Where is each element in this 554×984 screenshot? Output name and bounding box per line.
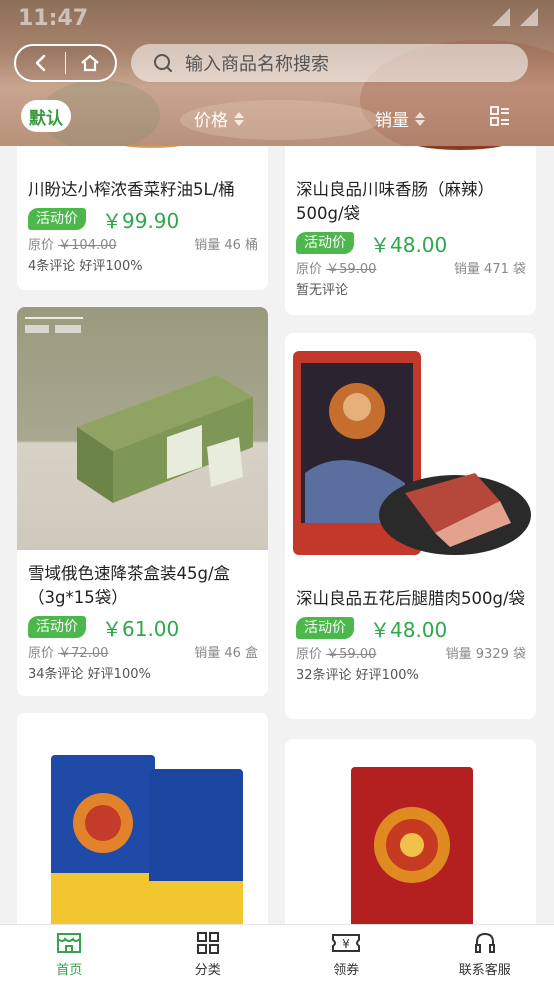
product-title: 雪域俄色速降茶盒装45g/盒（3g*15袋） [28,564,231,607]
sort-arrows-icon [234,111,244,126]
product-image [285,739,536,924]
product-title: 深山良品五花后腿腊肉500g/袋 [296,589,526,608]
headset-icon [474,932,495,953]
product-card[interactable] [17,713,268,924]
coupon-icon: ¥ [332,934,361,952]
home-icon [81,54,100,72]
product-image [17,713,268,924]
review-summary: 暂无评论 [296,283,349,298]
original-price: 原价 ￥59.00 [296,647,377,662]
sales-count: 销量 46 盒 [194,646,258,661]
search-placeholder: 输入商品名称搜索 [185,54,329,75]
product-price: ￥48.00 [370,232,448,257]
grid-icon [196,932,219,954]
review-summary: 32条评论 好评100% [296,668,419,683]
product-card[interactable]: 雪域俄色速降茶盒装45g/盒（3g*15袋） 活动价 ￥61.00 原价 ￥72… [17,307,268,696]
wifi-icon [492,8,510,26]
review-summary: 34条评论 好评100% [28,667,151,682]
product-title: 川盼达小榨浓香菜籽油5L/桶 [28,180,235,199]
back-button[interactable] [16,46,65,80]
sort-sales-button[interactable]: 销量 [375,106,425,131]
tea-box-illustration [77,375,253,503]
blue-package-illustration [51,755,243,924]
back-arrow-icon [35,54,45,72]
home-button[interactable] [66,46,115,80]
sort-arrows-icon [415,111,425,126]
sort-default-button[interactable]: 默认 [21,100,71,132]
sales-count: 销量 9329 袋 [445,647,526,662]
original-price: 原价 ￥104.00 [28,238,117,253]
red-package-illustration [351,767,473,924]
sort-bar: 默认 价格 销量 [0,96,554,138]
product-image [285,333,536,570]
search-icon [154,54,172,72]
status-bar: 11:47 [0,0,554,38]
search-input[interactable]: 输入商品名称搜索 [131,44,528,82]
promo-tag: 活动价 [296,232,354,254]
product-price: ￥99.90 [102,208,180,233]
promo-tag: 活动价 [28,616,86,638]
tab-coupon[interactable]: ¥ 领券 [277,925,416,984]
shop-icon [57,933,82,953]
product-card[interactable]: 深山良品五花后腿腊肉500g/袋 活动价 ￥48.00 原价 ￥59.00 销量… [285,333,536,719]
sales-count: 销量 46 桶 [194,238,258,253]
sort-price-button[interactable]: 价格 [194,106,244,131]
product-image [17,307,268,550]
product-price: ￥48.00 [370,617,448,642]
layout-toggle-button[interactable] [490,106,510,126]
signal-icon [520,8,538,26]
product-title: 深山良品川味香肠（麻辣）500g/袋 [296,180,494,223]
bacon-package-illustration [293,351,531,555]
status-time: 11:47 [18,6,89,31]
original-price: 原价 ￥72.00 [28,646,109,661]
product-card[interactable] [285,739,536,924]
tab-customer-service[interactable]: 联系客服 [416,925,554,984]
svg-text:¥: ¥ [342,937,350,951]
promo-tag: 活动价 [28,208,86,230]
bottom-tab-bar: 首页 分类 ¥ 领券 联系客服 [0,924,554,984]
tab-home[interactable]: 首页 [0,925,139,984]
nav-capsule [14,44,117,82]
promo-tag: 活动价 [296,617,354,639]
review-summary: 4条评论 好评100% [28,259,143,274]
list-layout-icon [490,106,509,126]
original-price: 原价 ￥59.00 [296,262,377,277]
sales-count: 销量 471 袋 [453,262,526,277]
tab-category[interactable]: 分类 [139,925,278,984]
product-price: ￥61.00 [102,616,180,641]
